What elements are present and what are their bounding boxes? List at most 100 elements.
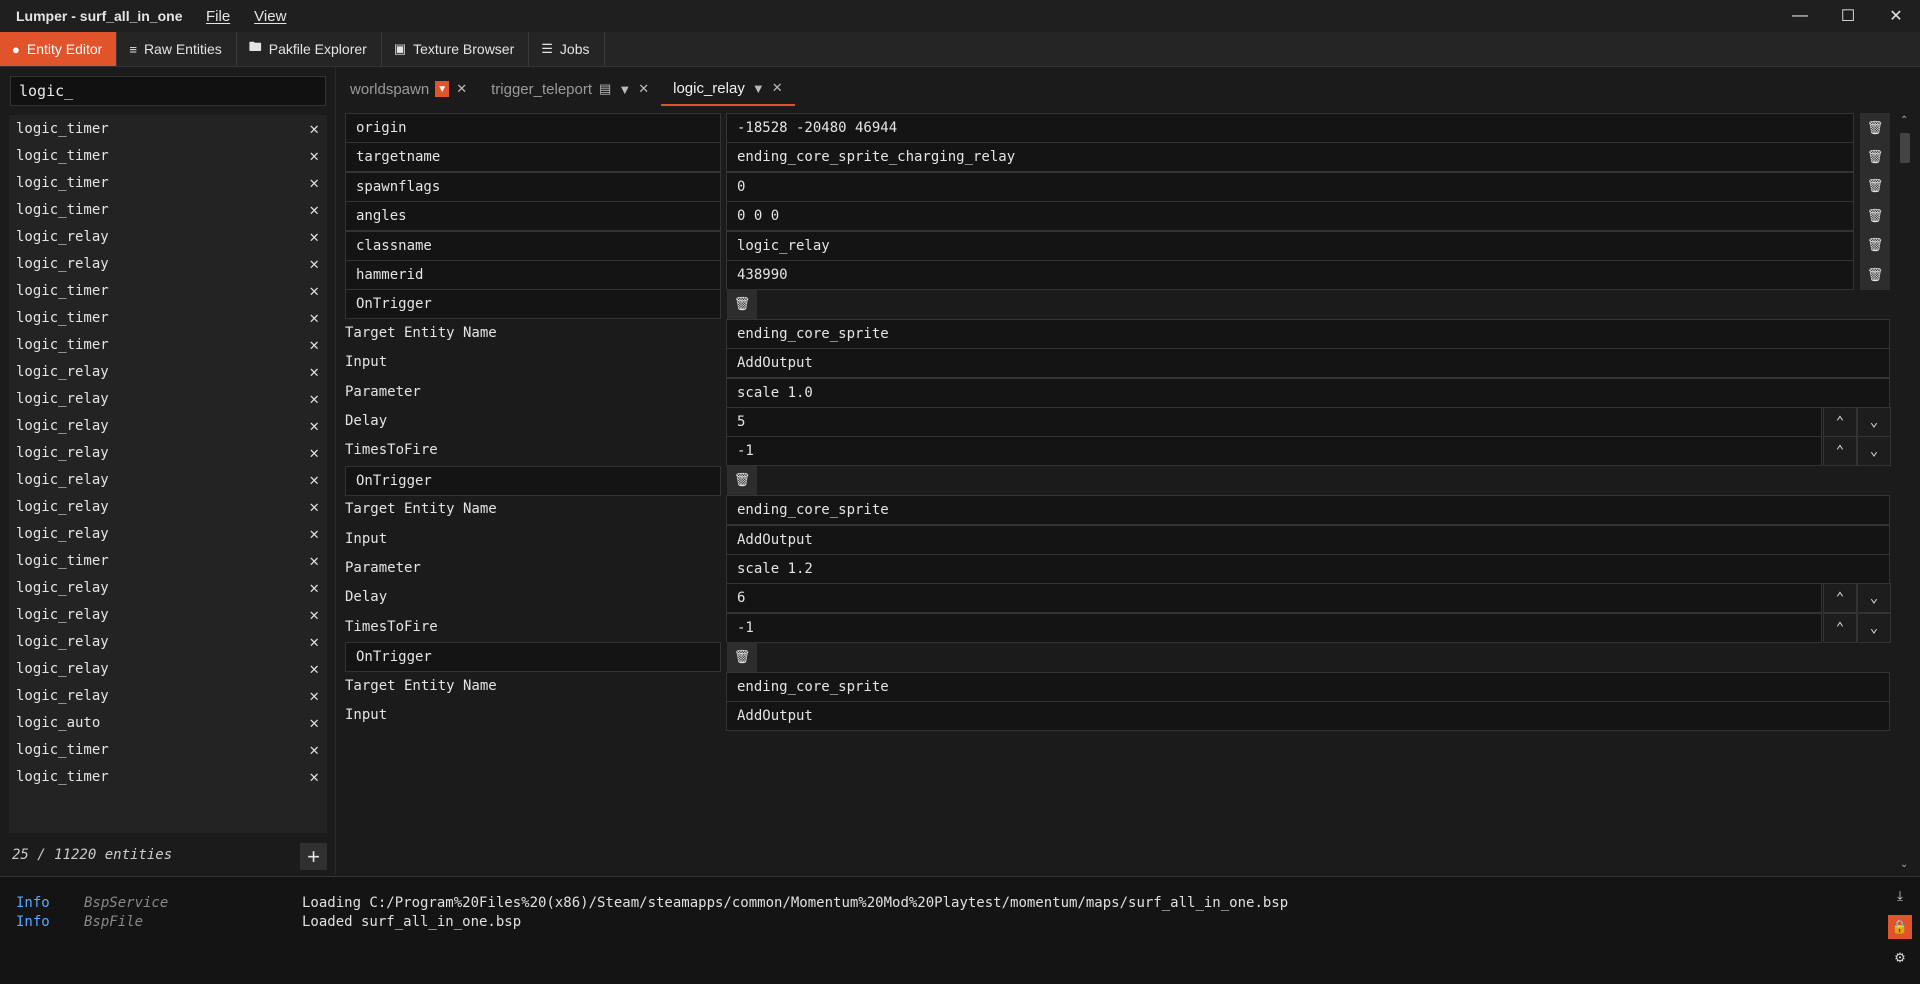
pin-icon[interactable]: ▼: [752, 81, 765, 96]
field-value[interactable]: -1: [726, 612, 1822, 643]
property-value[interactable]: 0: [726, 171, 1854, 202]
close-icon[interactable]: ✕: [309, 362, 319, 381]
property-key[interactable]: targetname: [345, 142, 721, 173]
increment-icon[interactable]: ⌃: [1823, 436, 1857, 467]
property-key[interactable]: hammerid: [345, 260, 721, 290]
close-icon[interactable]: ✕: [309, 443, 319, 462]
close-icon[interactable]: ✕: [309, 200, 319, 219]
list-item[interactable]: logic_relay ✕: [9, 466, 327, 493]
properties-scrollbar[interactable]: ⌃ ⌄: [1898, 115, 1912, 870]
decrement-icon[interactable]: ⌄: [1857, 583, 1891, 614]
trash-icon[interactable]: 🗑: [1860, 171, 1890, 202]
close-tab-icon[interactable]: ✕: [772, 80, 783, 96]
close-tab-icon[interactable]: ✕: [638, 81, 649, 97]
close-icon[interactable]: ✕: [309, 686, 319, 705]
close-icon[interactable]: ✕: [309, 578, 319, 597]
decrement-icon[interactable]: ⌄: [1857, 436, 1891, 467]
close-icon[interactable]: ✕: [309, 335, 319, 354]
increment-icon[interactable]: ⌃: [1823, 407, 1857, 437]
close-icon[interactable]: ✕: [309, 605, 319, 624]
close-icon[interactable]: ✕: [309, 389, 319, 408]
trash-icon[interactable]: 🗑: [1860, 201, 1890, 232]
property-value[interactable]: -18528 -20480 46944: [726, 113, 1854, 143]
tab-raw-entities[interactable]: ≡ Raw Entities: [117, 32, 237, 66]
trash-icon[interactable]: 🗑: [1860, 260, 1890, 290]
tab-pakfile-explorer[interactable]: 🖿 Pakfile Explorer: [237, 32, 382, 66]
list-item[interactable]: logic_timer ✕: [9, 142, 327, 169]
output-event[interactable]: OnTrigger: [345, 465, 721, 496]
list-item[interactable]: logic_auto ✕: [9, 709, 327, 736]
trash-icon[interactable]: 🗑: [727, 289, 757, 320]
decrement-icon[interactable]: ⌄: [1857, 612, 1891, 643]
close-icon[interactable]: ✕: [309, 524, 319, 543]
list-item[interactable]: logic_relay ✕: [9, 520, 327, 547]
close-icon[interactable]: ✕: [309, 632, 319, 651]
list-item[interactable]: logic_timer ✕: [9, 196, 327, 223]
tab-trigger-teleport[interactable]: trigger_teleport ▤ ▼ ✕: [479, 72, 661, 106]
close-icon[interactable]: ✕: [309, 740, 319, 759]
list-item[interactable]: logic_relay ✕: [9, 250, 327, 277]
field-value[interactable]: ending_core_sprite: [726, 495, 1890, 526]
scroll-down-icon[interactable]: ⌄: [1900, 859, 1908, 870]
field-value[interactable]: scale 1.0: [726, 377, 1890, 408]
entity-list[interactable]: logic_timer ✕ logic_timer ✕ logic_timer ✕ logi…: [9, 115, 327, 833]
list-item[interactable]: logic_timer ✕: [9, 115, 327, 142]
debug-icon[interactable]: ⚙: [1888, 946, 1912, 970]
close-icon[interactable]: ✕: [309, 227, 319, 246]
property-value[interactable]: 0 0 0: [726, 201, 1854, 232]
trash-icon[interactable]: 🗑: [727, 642, 757, 673]
close-icon[interactable]: ✕: [309, 146, 319, 165]
tab-logic-relay[interactable]: logic_relay ▼ ✕: [661, 72, 795, 106]
list-item[interactable]: logic_timer ✕: [9, 304, 327, 331]
increment-icon[interactable]: ⌃: [1823, 583, 1857, 614]
close-tab-icon[interactable]: ✕: [456, 81, 467, 97]
tab-entity-editor[interactable]: ● Entity Editor: [0, 32, 118, 66]
list-item[interactable]: logic_relay ✕: [9, 655, 327, 682]
maximize-button[interactable]: ☐: [1824, 0, 1872, 32]
tab-texture-browser[interactable]: ▣ Texture Browser: [382, 32, 530, 66]
save-icon[interactable]: ▤: [599, 81, 611, 97]
close-icon[interactable]: ✕: [309, 281, 319, 300]
pin-icon[interactable]: ▼: [618, 82, 631, 97]
list-item[interactable]: logic_timer ✕: [9, 547, 327, 574]
list-item[interactable]: logic_relay ✕: [9, 628, 327, 655]
menu-view[interactable]: View: [254, 8, 286, 25]
property-key[interactable]: spawnflags: [345, 171, 721, 202]
entity-filter-input[interactable]: [10, 76, 326, 106]
menu-file[interactable]: File: [206, 8, 230, 25]
field-value[interactable]: 5: [726, 407, 1822, 437]
close-icon[interactable]: ✕: [309, 497, 319, 516]
lock-scroll-icon[interactable]: 🔒: [1888, 915, 1912, 939]
list-item[interactable]: logic_relay ✕: [9, 358, 327, 385]
close-icon[interactable]: ✕: [309, 470, 319, 489]
property-value[interactable]: 438990: [726, 260, 1854, 290]
close-icon[interactable]: ✕: [309, 659, 319, 678]
pin-icon[interactable]: ▼: [435, 81, 450, 97]
list-item[interactable]: logic_relay ✕: [9, 412, 327, 439]
list-item[interactable]: logic_relay ✕: [9, 601, 327, 628]
scroll-thumb[interactable]: [1900, 133, 1910, 163]
list-item[interactable]: logic_relay ✕: [9, 574, 327, 601]
field-value[interactable]: ending_core_sprite: [726, 318, 1890, 349]
close-icon[interactable]: ✕: [309, 767, 319, 786]
field-value[interactable]: -1: [726, 436, 1822, 467]
scroll-to-bottom-icon[interactable]: ⤓: [1888, 884, 1912, 908]
list-item[interactable]: logic_timer ✕: [9, 763, 327, 790]
list-item[interactable]: logic_relay ✕: [9, 385, 327, 412]
close-icon[interactable]: ✕: [309, 713, 319, 732]
list-item[interactable]: logic_relay ✕: [9, 439, 327, 466]
field-value[interactable]: ending_core_sprite: [726, 671, 1890, 702]
trash-icon[interactable]: 🗑: [1860, 142, 1890, 173]
list-item[interactable]: logic_relay ✕: [9, 682, 327, 709]
add-entity-button[interactable]: +: [300, 843, 327, 870]
property-value[interactable]: logic_relay: [726, 230, 1854, 261]
scroll-up-icon[interactable]: ⌃: [1900, 115, 1908, 126]
minimize-button[interactable]: —: [1776, 0, 1824, 32]
list-item[interactable]: logic_relay ✕: [9, 493, 327, 520]
list-item[interactable]: logic_timer ✕: [9, 736, 327, 763]
increment-icon[interactable]: ⌃: [1823, 612, 1857, 643]
close-icon[interactable]: ✕: [309, 254, 319, 273]
trash-icon[interactable]: 🗑: [1860, 230, 1890, 261]
property-key[interactable]: angles: [345, 201, 721, 232]
close-icon[interactable]: ✕: [309, 551, 319, 570]
